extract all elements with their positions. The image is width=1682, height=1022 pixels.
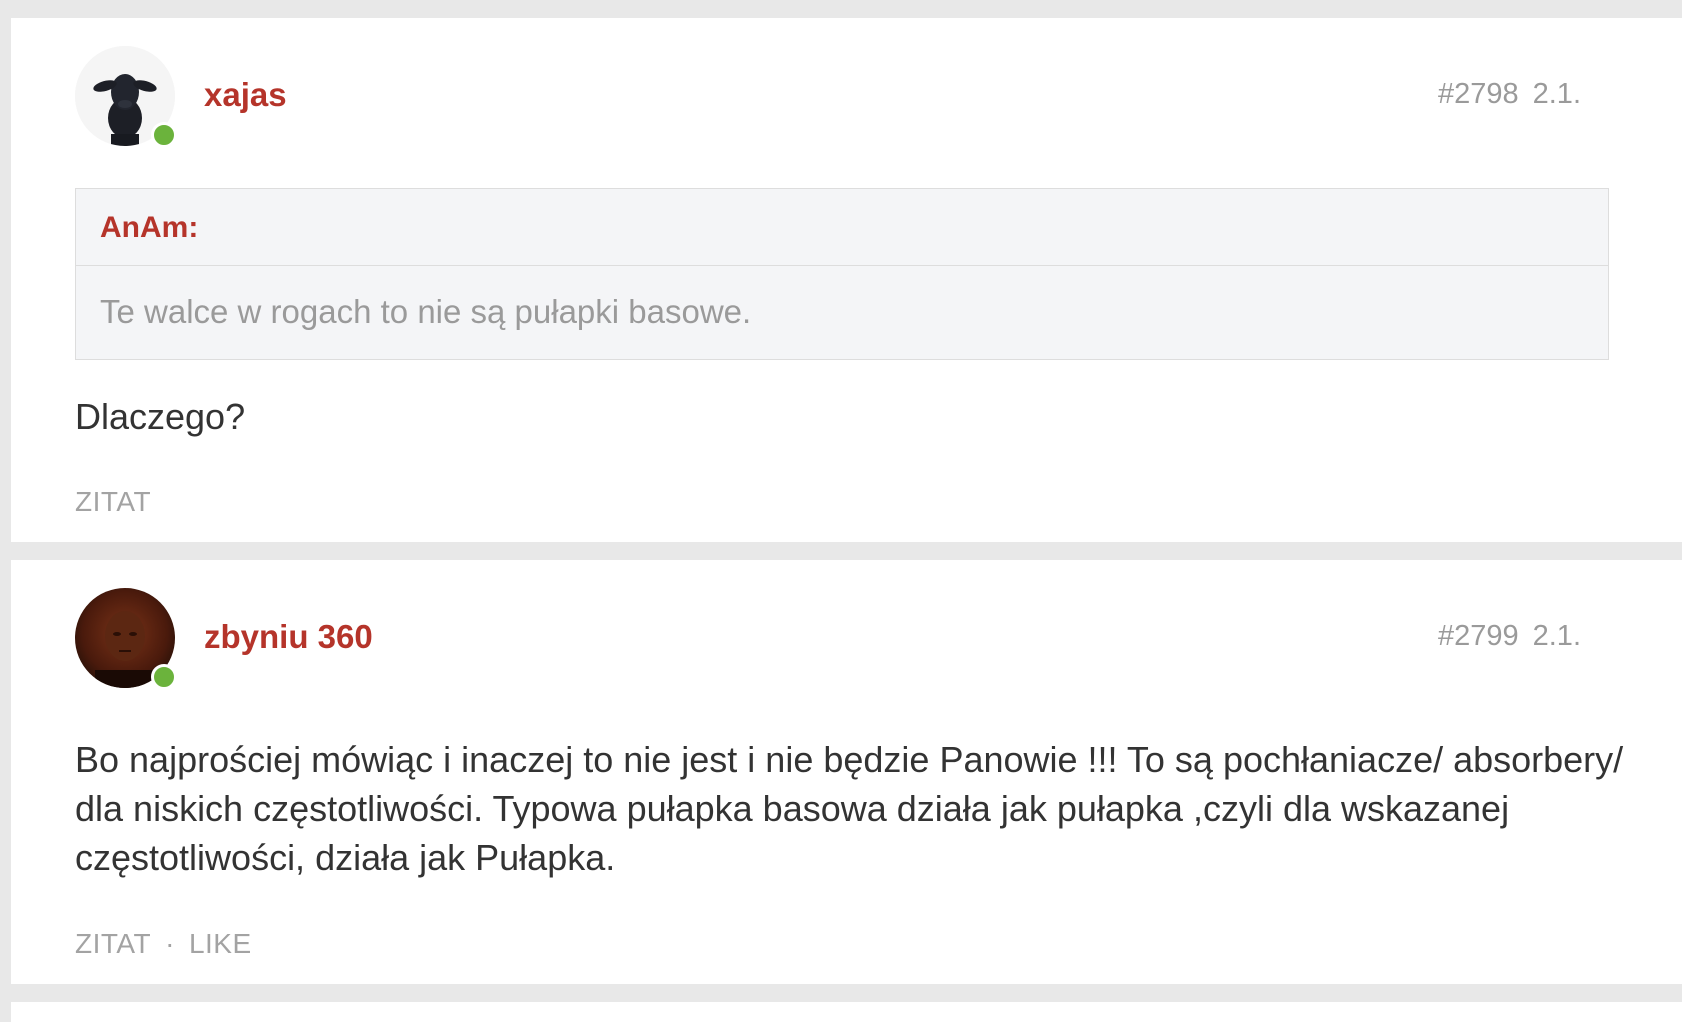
post-date: 2.1. bbox=[1532, 620, 1581, 652]
post-number-link[interactable]: #2798 bbox=[1438, 78, 1519, 110]
user-avatar[interactable] bbox=[75, 588, 177, 690]
post-body: Bo najprościej mówiąc i inaczej to nie j… bbox=[75, 739, 1624, 878]
username-link[interactable]: zbyniu 360 bbox=[204, 618, 373, 656]
quote-button[interactable]: ZITAT bbox=[75, 486, 151, 517]
user-avatar[interactable] bbox=[75, 46, 177, 148]
post-body: Dlaczego? bbox=[75, 396, 246, 437]
post-actions: ZITAT bbox=[75, 486, 151, 518]
online-status-dot bbox=[151, 122, 177, 148]
quote-text: Te walce w rogach to nie są pułapki baso… bbox=[100, 293, 752, 330]
quote-block: AnAm: Te walce w rogach to nie są pułapk… bbox=[75, 188, 1609, 360]
action-separator: · bbox=[165, 928, 175, 959]
post-card: xajas #2798 2.1. AnAm: Te walce w rogach … bbox=[11, 18, 1682, 542]
like-button[interactable]: LIKE bbox=[189, 928, 252, 959]
post-card: zbyniu 360 #2799 2.1. Bo najprościej mówi… bbox=[11, 560, 1682, 984]
post-number-link[interactable]: #2799 bbox=[1438, 620, 1519, 652]
online-status-dot bbox=[151, 664, 177, 690]
username-link[interactable]: xajas bbox=[204, 76, 287, 114]
quote-button[interactable]: ZITAT bbox=[75, 928, 151, 959]
post-meta: #2798 2.1. bbox=[1438, 78, 1581, 111]
post-actions: ZITAT · LIKE bbox=[75, 928, 252, 960]
post-meta: #2799 2.1. bbox=[1438, 620, 1581, 653]
post-date: 2.1. bbox=[1532, 78, 1581, 110]
quote-author[interactable]: AnAm: bbox=[76, 189, 1608, 266]
post-card bbox=[11, 1002, 1682, 1022]
